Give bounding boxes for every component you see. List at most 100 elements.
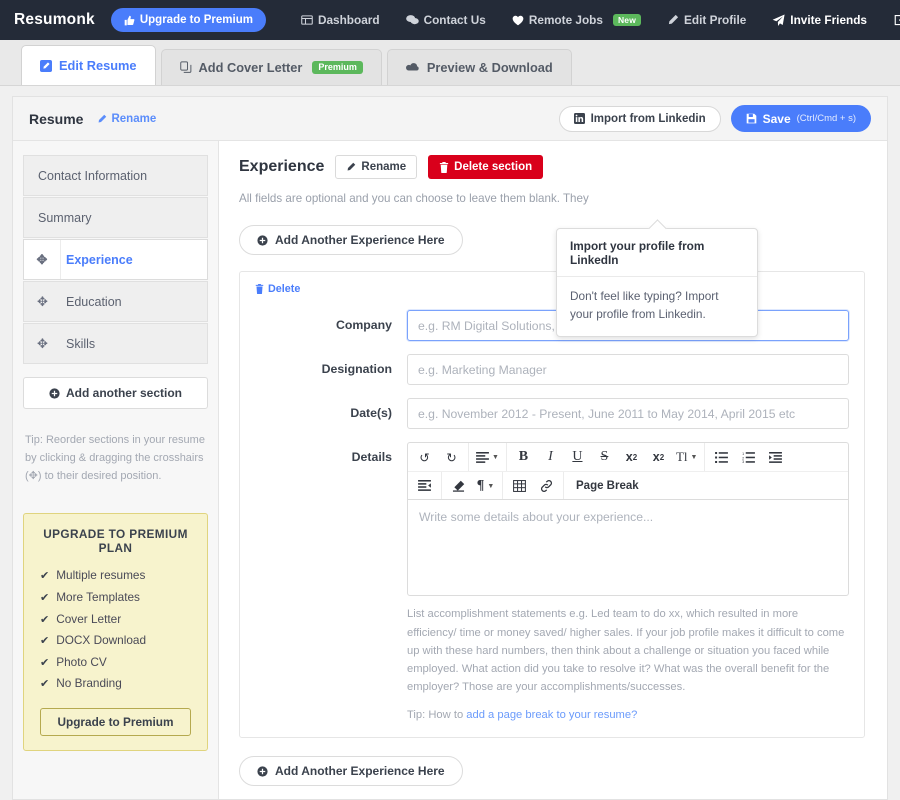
check-icon: ✔ [40, 678, 50, 691]
pencil-icon [667, 14, 679, 26]
sidebar-item-experience[interactable]: ✥ Experience [23, 239, 208, 280]
nav-label: Contact Us [423, 13, 486, 27]
toolbar-group-align: ▼ [469, 443, 507, 472]
check-icon: ✔ [40, 570, 50, 583]
add-another-experience-button-bottom[interactable]: Add Another Experience Here [239, 756, 463, 787]
nav-link-edit-profile[interactable]: Edit Profile [654, 13, 759, 27]
check-icon: ✔ [40, 635, 50, 648]
superscript-icon[interactable]: x2 [645, 444, 672, 470]
tab-preview-download[interactable]: Preview & Download [386, 49, 572, 85]
trash-icon [439, 161, 449, 173]
top-navigation-bar: Resumonk Upgrade to Premium Dashboard Co… [0, 0, 900, 40]
check-icon: ✔ [40, 613, 50, 626]
align-icon[interactable]: ▼ [472, 444, 503, 470]
sidebar-item-summary[interactable]: Summary [23, 197, 208, 238]
save-button-top[interactable]: Save (Ctrl/Cmd + s) [730, 105, 871, 132]
save-button-label: Save [762, 111, 791, 126]
save-shortcut-hint: (Ctrl/Cmd + s) [796, 113, 856, 124]
upgrade-button-label: Upgrade to Premium [139, 14, 253, 26]
page-break-help-link[interactable]: add a page break to your resume? [466, 709, 637, 721]
list-item: ✔ Photo CV [40, 652, 195, 674]
nav-link-invite-friends[interactable]: Invite Friends [759, 13, 880, 27]
sidebar-item-label: Skills [66, 336, 96, 351]
text-style-icon[interactable]: Tl ▼ [672, 444, 702, 470]
comments-icon [405, 14, 419, 26]
section-title: Experience [239, 158, 325, 175]
list-item: ✔ DOCX Download [40, 630, 195, 652]
underline-icon[interactable]: U [564, 444, 591, 470]
paragraph-icon[interactable]: ¶ ▼ [472, 473, 499, 499]
sidebar-item-label: Education [66, 294, 122, 309]
sidebar-item-label: Contact Information [38, 168, 148, 183]
unordered-list-icon[interactable] [708, 444, 735, 470]
nav-link-logout[interactable]: Logout [880, 13, 900, 27]
cloud-download-icon [405, 62, 420, 73]
drag-handle-icon[interactable]: ✥ [24, 282, 61, 321]
sidebar-item-education[interactable]: ✥ Education [23, 281, 208, 322]
field-row-details: Details ↺ ↻ ▼ B I U S x 2 x 2 Tl ▼ 1 2 3… [255, 442, 849, 721]
outdent-icon[interactable] [411, 473, 438, 499]
add-another-experience-button-top[interactable]: Add Another Experience Here [239, 225, 463, 256]
thumbs-up-icon [124, 15, 135, 26]
linkedin-import-tooltip: Import your profile from LinkedIn Don't … [556, 228, 758, 337]
designation-input[interactable] [407, 354, 849, 386]
indent-icon[interactable] [762, 444, 789, 470]
nav-label: Remote Jobs [528, 13, 603, 27]
brand-logo[interactable]: Resumonk [14, 11, 95, 29]
field-label: Company [335, 318, 392, 333]
add-another-section-button[interactable]: Add another section [23, 377, 208, 409]
section-title-row: Experience Rename Delete section [239, 155, 865, 179]
floppy-disk-icon [746, 113, 757, 124]
nav-label: Edit Profile [684, 13, 747, 27]
nav-link-remote-jobs[interactable]: Remote Jobs New [499, 13, 654, 27]
page-header-actions: Import from Linkedin Save (Ctrl/Cmd + s) [558, 105, 871, 132]
trash-icon [255, 284, 264, 295]
subscript-icon[interactable]: x2 [618, 444, 645, 470]
table-icon[interactable] [506, 473, 533, 499]
undo-icon[interactable]: ↺ [411, 444, 438, 470]
editor-help-text: List accomplishment statements e.g. Led … [407, 608, 845, 693]
link-icon[interactable] [533, 473, 560, 499]
toolbar-group-format: B I U S x2 x2 Tl ▼ [507, 443, 706, 472]
tab-edit-resume[interactable]: Edit Resume [21, 45, 156, 85]
tooltip-body: Don't feel like typing? Import your prof… [570, 289, 719, 322]
nav-link-contact-us[interactable]: Contact Us [393, 13, 499, 27]
delete-section-button[interactable]: Delete section [428, 155, 544, 179]
check-icon: ✔ [40, 656, 50, 669]
strikethrough-icon[interactable]: S [591, 444, 618, 470]
feature-label: DOCX Download [56, 633, 147, 648]
redo-icon[interactable]: ↻ [438, 444, 465, 470]
field-label: Details [351, 450, 392, 465]
toolbar-group-pagebreak: Page Break [564, 472, 651, 499]
upgrade-to-premium-button[interactable]: Upgrade to Premium [110, 8, 266, 32]
ordered-list-icon[interactable]: 123 [735, 444, 762, 470]
rename-resume-link[interactable]: Rename [97, 113, 156, 125]
delete-experience-link[interactable]: Delete [255, 283, 300, 295]
bold-icon[interactable]: B [510, 444, 537, 470]
import-button-label: Import from Linkedin [590, 112, 706, 125]
upgrade-box-title: UPGRADE TO PREMIUM PLAN [43, 527, 188, 556]
feature-label: Photo CV [56, 654, 107, 669]
dates-input[interactable] [407, 398, 849, 430]
nav-link-dashboard[interactable]: Dashboard [288, 13, 393, 27]
upgrade-to-premium-sidebar-button[interactable]: Upgrade to Premium [40, 707, 191, 736]
page-break-button[interactable]: Page Break [567, 473, 648, 499]
tab-bar: Edit Resume Add Cover Letter Premium Pre… [0, 40, 900, 86]
details-editor-area[interactable]: Write some details about your experience… [407, 499, 849, 597]
import-from-linkedin-button[interactable]: Import from Linkedin [558, 105, 721, 132]
check-icon: ✔ [40, 592, 50, 604]
tab-add-cover-letter[interactable]: Add Cover Letter Premium [160, 49, 382, 85]
italic-icon[interactable]: I [537, 444, 564, 470]
sidebar-item-label: Experience [66, 252, 133, 267]
eraser-icon[interactable] [445, 473, 472, 499]
rename-section-button[interactable]: Rename [335, 155, 418, 179]
sidebar-item-contact-information[interactable]: Contact Information [23, 155, 208, 196]
section-description: All fields are optional and you can choo… [239, 192, 589, 205]
nav-label: Invite Friends [790, 13, 867, 27]
drag-handle-icon[interactable]: ✥ [24, 240, 61, 279]
sidebar-item-skills[interactable]: ✥ Skills [23, 323, 208, 364]
experience-entry-card: Delete Company Designation Date(s) Detai… [239, 271, 865, 739]
editor-toolbar: ↺ ↻ ▼ B I U S x 2 x 2 Tl ▼ 1 2 3 ¶ ▼ Pag… [407, 442, 849, 500]
heart-icon [512, 15, 524, 26]
drag-handle-icon[interactable]: ✥ [24, 324, 61, 363]
